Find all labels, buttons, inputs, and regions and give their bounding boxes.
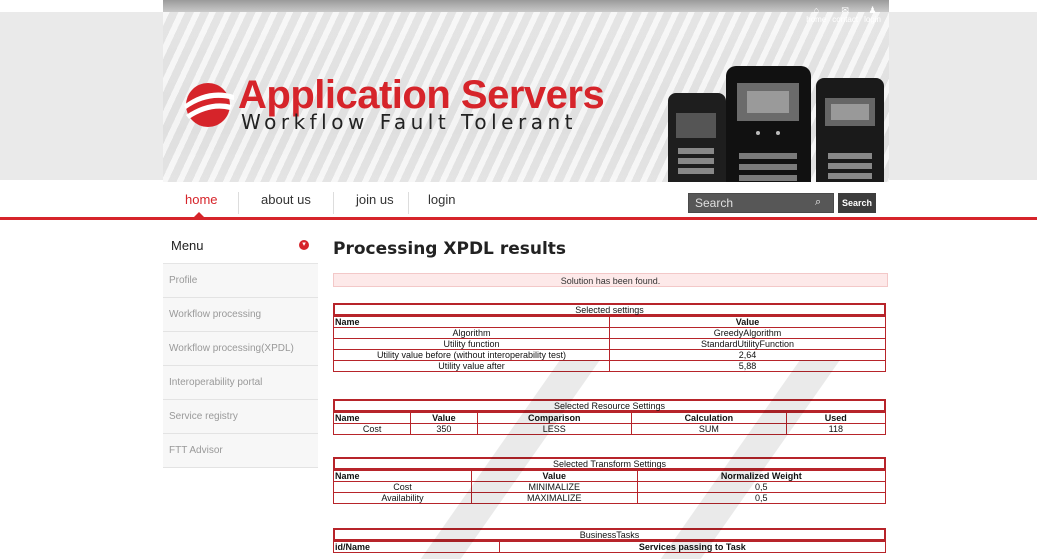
search-button[interactable]: Search	[838, 193, 876, 213]
table-cell: 0,5	[636, 481, 887, 493]
watermark-graphic	[420, 360, 840, 559]
nav-item-join-us[interactable]: join us	[356, 182, 394, 218]
column-header: Value	[410, 412, 478, 424]
sidebar-item-workflow-processing[interactable]: Workflow processing	[163, 298, 318, 332]
main-nav: home about us join us login ⌕ Search	[163, 182, 889, 218]
table-cell: 118	[785, 423, 887, 435]
table-caption: Selected settings	[333, 303, 886, 316]
table-caption: Selected Transform Settings	[333, 457, 886, 470]
table-cell: Utility value after	[333, 360, 610, 372]
top-link-login[interactable]: ♟ login	[864, 5, 881, 25]
table-cell: 350	[410, 423, 478, 435]
nav-divider	[333, 192, 334, 214]
column-header: id/Name	[333, 541, 500, 553]
table-cell: GreedyAlgorithm	[609, 327, 886, 339]
main-content: Processing XPDL results Solution has bee…	[332, 234, 888, 553]
table-row: Utility function StandardUtilityFunction	[333, 338, 886, 350]
transform-settings-table: Selected Transform Settings Name Value N…	[333, 457, 887, 504]
user-icon: ♟	[868, 5, 877, 15]
column-header: Services passing to Task	[498, 541, 887, 553]
search-input[interactable]	[688, 193, 834, 213]
status-message: Solution has been found.	[333, 273, 888, 287]
column-header: Used	[785, 412, 887, 424]
sidebar-item-ftt-advisor[interactable]: FTT Advisor	[163, 434, 318, 468]
table-cell: MAXIMALIZE	[471, 492, 638, 504]
top-link-home[interactable]: ⌂ home	[806, 5, 827, 25]
table-cell: Utility function	[333, 338, 610, 350]
column-header: Name	[332, 412, 412, 424]
table-caption: Selected Resource Settings	[333, 399, 886, 412]
business-tasks-table: BusinessTasks id/Name Services passing t…	[333, 528, 887, 553]
nav-item-login[interactable]: login	[428, 182, 455, 218]
table-cell: Availability	[333, 492, 472, 504]
top-link-label: login	[864, 15, 881, 24]
nav-divider	[238, 192, 239, 214]
column-header: Value	[609, 316, 886, 328]
search-icon[interactable]: ⌕	[815, 196, 821, 209]
logo-icon	[184, 83, 234, 127]
column-header: Name	[333, 316, 610, 328]
sidebar-item-profile[interactable]: Profile	[163, 264, 318, 298]
table-cell: Utility value before (without interopera…	[333, 349, 610, 361]
table-cell: 5,88	[609, 360, 886, 372]
column-header: Name	[333, 470, 472, 482]
column-header: Comparison	[476, 412, 633, 424]
table-row: Cost MINIMALIZE 0,5	[333, 481, 887, 493]
resource-settings-table: Selected Resource Settings Name Value Co…	[332, 399, 887, 435]
column-header: Value	[471, 470, 638, 482]
table-cell: 2,64	[609, 349, 886, 361]
table-cell: MINIMALIZE	[471, 481, 638, 493]
sidebar-item-interoperability-portal[interactable]: Interoperability portal	[163, 366, 318, 400]
table-row: Cost 350 LESS SUM 118	[332, 423, 887, 435]
nav-divider	[408, 192, 409, 214]
nav-item-about-us[interactable]: about us	[261, 182, 311, 218]
table-cell: SUM	[631, 423, 787, 435]
menu-title: Menu	[171, 238, 204, 253]
table-cell: LESS	[476, 423, 633, 435]
top-links: ⌂ home ✉ contact ♟ login	[806, 5, 881, 25]
table-caption: BusinessTasks	[333, 528, 886, 541]
column-header: Normalized Weight	[636, 470, 887, 482]
top-link-contact[interactable]: ✉ contact	[832, 5, 859, 25]
header-divider	[0, 217, 1037, 220]
logo-subtitle: Workflow Fault Tolerant	[241, 110, 577, 134]
header-top-strip	[163, 0, 889, 12]
top-link-label: home	[806, 15, 827, 24]
column-header: Calculation	[631, 412, 787, 424]
header-band-right	[889, 12, 1037, 180]
table-cell: Algorithm	[333, 327, 610, 339]
menu-heading: Menu ▾	[163, 228, 318, 264]
table-cell: Cost	[332, 423, 412, 435]
table-cell: StandardUtilityFunction	[609, 338, 886, 350]
top-link-label: contact	[832, 15, 859, 24]
home-icon: ⌂	[813, 5, 819, 15]
mail-icon: ✉	[841, 5, 849, 15]
table-cell: 0,5	[636, 492, 887, 504]
sidebar-item-service-registry[interactable]: Service registry	[163, 400, 318, 434]
table-row: Availability MAXIMALIZE 0,5	[333, 492, 887, 504]
table-row: Utility value after 5,88	[333, 360, 886, 372]
sidebar-menu: Menu ▾ Profile Workflow processing Workf…	[163, 228, 318, 468]
page-title: Processing XPDL results	[333, 239, 567, 259]
table-row: Utility value before (without interopera…	[333, 349, 886, 361]
table-row: Algorithm GreedyAlgorithm	[333, 327, 886, 339]
table-cell: Cost	[333, 481, 472, 493]
selected-settings-table: Selected settings Name Value Algorithm G…	[333, 303, 886, 372]
sidebar-item-workflow-processing-xpdl[interactable]: Workflow processing(XPDL)	[163, 332, 318, 366]
header-band-left	[0, 12, 163, 180]
collapse-icon[interactable]: ▾	[299, 240, 309, 250]
